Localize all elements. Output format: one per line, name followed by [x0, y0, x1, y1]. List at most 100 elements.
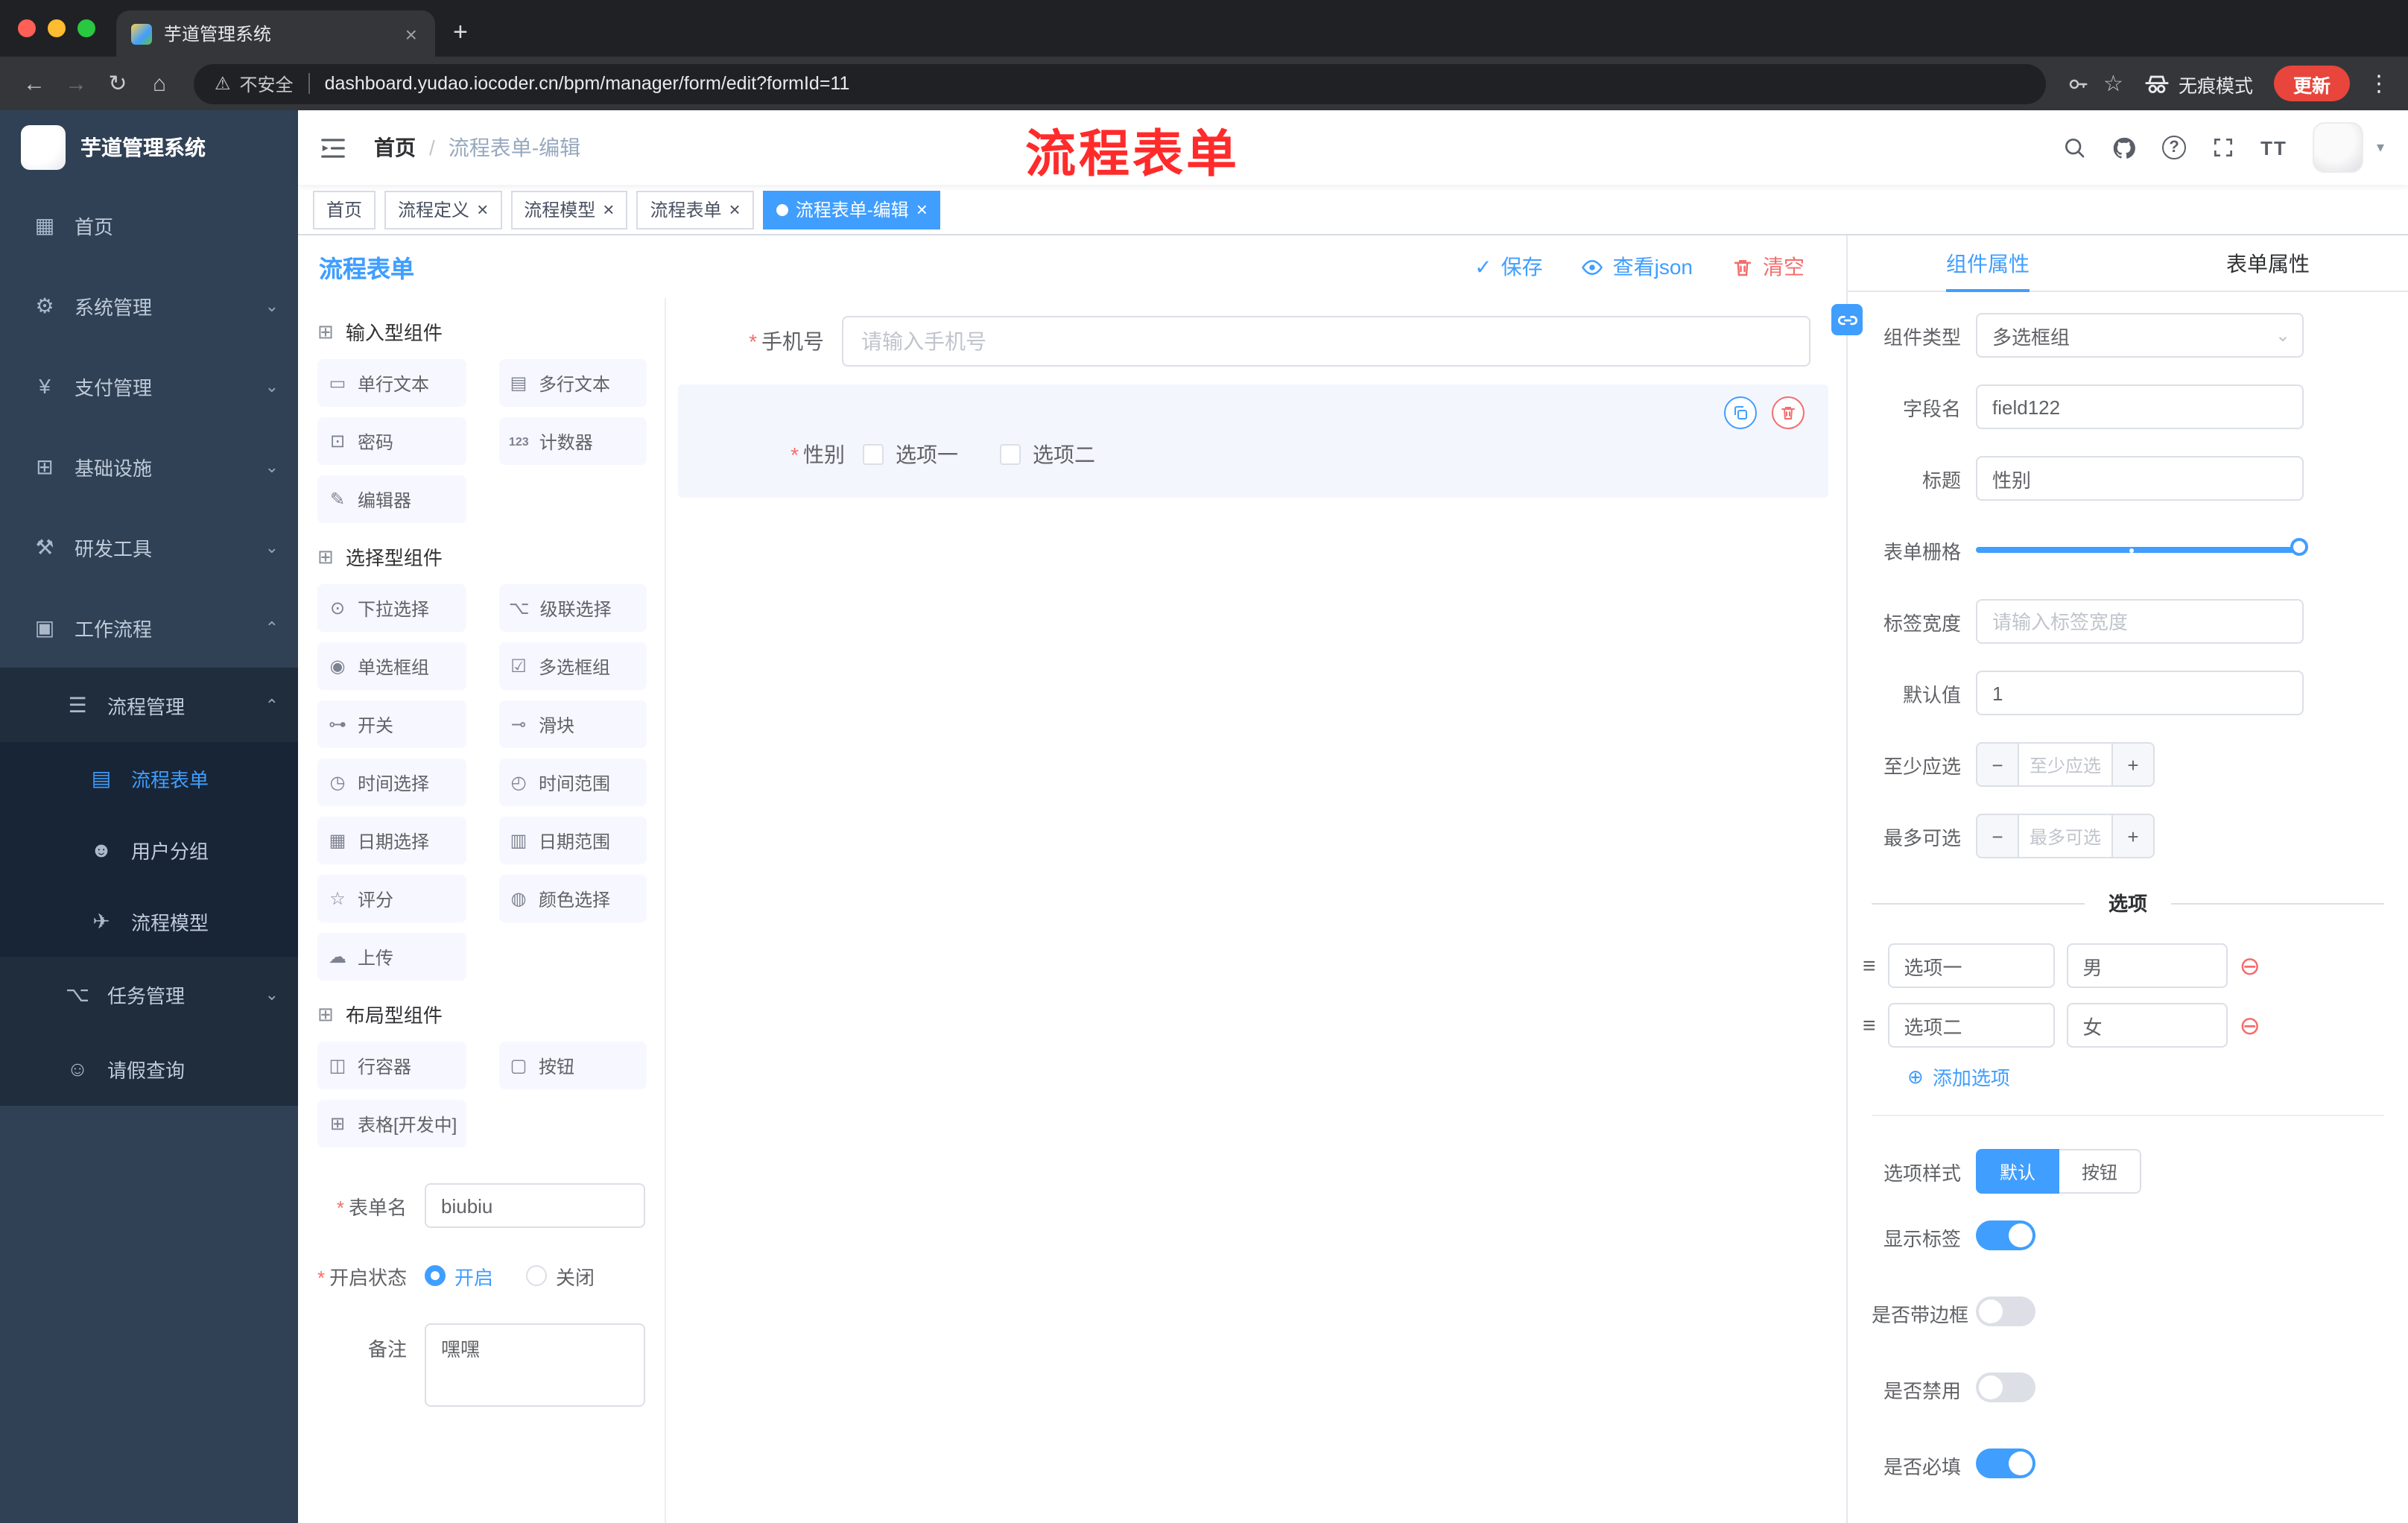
radio-status-on[interactable]: 开启 — [425, 1261, 493, 1290]
component-item-date[interactable]: ▦ 日期选择 — [317, 817, 466, 864]
update-button[interactable]: 更新 — [2273, 66, 2350, 101]
option-1-label-input[interactable] — [1887, 943, 2055, 988]
option-2-label-input[interactable] — [1887, 1003, 2055, 1048]
remark-textarea[interactable]: 嘿嘿 — [425, 1323, 645, 1407]
github-icon[interactable] — [2111, 135, 2137, 160]
form-name-input[interactable] — [425, 1183, 645, 1228]
radio-status-off[interactable]: 关闭 — [526, 1261, 595, 1290]
sidebar-item-process-model[interactable]: ✈ 流程模型 — [0, 885, 298, 957]
save-button[interactable]: ✓ 保存 — [1474, 252, 1542, 282]
sidebar-item-process-form[interactable]: ▤ 流程表单 — [0, 742, 298, 814]
sidebar-item-task-management[interactable]: ⌥ 任务管理 ⌄ — [0, 957, 298, 1031]
title-input[interactable] — [1976, 456, 2304, 501]
password-key-icon[interactable] — [2066, 72, 2088, 95]
component-item-checkbox-group[interactable]: ☑ 多选框组 — [498, 642, 647, 690]
minus-button[interactable]: − — [1977, 815, 2019, 857]
browser-home-icon[interactable]: ⌂ — [140, 64, 179, 103]
checkbox-option-1[interactable]: 选项一 — [863, 440, 958, 469]
required-switch[interactable] — [1976, 1448, 2035, 1478]
reload-icon[interactable]: ↻ — [98, 64, 137, 103]
font-size-icon[interactable]: TT — [2260, 136, 2287, 159]
component-item-counter[interactable]: 123 计数器 — [498, 417, 647, 465]
avatar[interactable] — [2312, 122, 2363, 173]
sidebar-item-user-group[interactable]: ☻ 用户分组 — [0, 814, 298, 885]
with-border-switch[interactable] — [1976, 1296, 2035, 1326]
fullscreen-icon[interactable] — [2211, 136, 2235, 159]
link-icon[interactable] — [1831, 304, 1863, 335]
sidebar-item-workflow[interactable]: ▣ 工作流程 ⌃ — [0, 587, 298, 668]
sidebar-item-system[interactable]: ⚙ 系统管理 ⌄ — [0, 265, 298, 346]
breadcrumb-home[interactable]: 首页 — [374, 133, 416, 162]
component-item-table[interactable]: ⊞ 表格[开发中] — [317, 1100, 466, 1147]
component-type-select[interactable]: ⌄ — [1976, 313, 2304, 358]
grid-slider[interactable] — [1976, 528, 2308, 572]
field-name-input[interactable] — [1976, 384, 2304, 429]
component-item-upload[interactable]: ☁ 上传 — [317, 933, 466, 981]
component-item-cascade[interactable]: ⌥ 级联选择 — [498, 584, 647, 632]
tab-form-properties[interactable]: 表单属性 — [2128, 235, 2408, 291]
docs-question-icon[interactable]: ? — [2162, 136, 2187, 159]
drag-handle-icon[interactable]: ≡ — [1863, 953, 1876, 978]
view-json-button[interactable]: 查看json — [1582, 252, 1693, 282]
phone-input[interactable] — [842, 316, 1810, 367]
component-item-button[interactable]: ▢ 按钮 — [498, 1042, 647, 1089]
checkbox-option-2[interactable]: 选项二 — [1000, 440, 1095, 469]
forward-icon[interactable]: → — [57, 64, 95, 103]
sidebar-item-payment[interactable]: ¥ 支付管理 ⌄ — [0, 346, 298, 426]
component-item-time-range[interactable]: ◴ 时间范围 — [498, 759, 647, 806]
remove-option-icon[interactable]: ⊖ — [2240, 953, 2261, 978]
component-item-password[interactable]: ⊡ 密码 — [317, 417, 466, 465]
tag-close-icon[interactable]: × — [603, 198, 614, 221]
minus-button[interactable]: − — [1977, 744, 2019, 785]
add-option-button[interactable]: ⊕ 添加选项 — [1907, 1063, 2408, 1091]
component-item-select[interactable]: ⊙ 下拉选择 — [317, 584, 466, 632]
drag-handle-icon[interactable]: ≡ — [1863, 1013, 1876, 1038]
tag-process-form[interactable]: 流程表单 × — [636, 190, 754, 229]
component-item-date-range[interactable]: ▥ 日期范围 — [498, 817, 647, 864]
component-item-switch[interactable]: ⊶ 开关 — [317, 700, 466, 748]
field-gender-selected[interactable]: * 性别 选项一 选项二 — [678, 384, 1828, 498]
option-1-value-input[interactable] — [2066, 943, 2228, 988]
window-zoom-button[interactable] — [77, 19, 95, 37]
sidebar-item-process-management[interactable]: ☰ 流程管理 ⌃ — [0, 668, 298, 742]
plus-button[interactable]: + — [2111, 815, 2153, 857]
sidebar-toggle-icon[interactable] — [319, 131, 352, 164]
plus-button[interactable]: + — [2111, 744, 2153, 785]
component-item-radio-group[interactable]: ◉ 单选框组 — [317, 642, 466, 690]
clear-button[interactable]: 清空 — [1731, 252, 1805, 282]
default-value-input[interactable] — [1976, 671, 2304, 715]
window-close-button[interactable] — [18, 19, 36, 37]
tag-close-icon[interactable]: × — [729, 198, 741, 221]
component-item-multi-text[interactable]: ▤ 多行文本 — [498, 359, 647, 407]
component-item-color[interactable]: ◍ 颜色选择 — [498, 875, 647, 922]
browser-menu-icon[interactable]: ⋮ — [2365, 70, 2393, 97]
label-width-input[interactable] — [1976, 599, 2304, 644]
component-type-value[interactable] — [1976, 313, 2304, 358]
sidebar-item-leave-query[interactable]: ☺ 请假查询 — [0, 1031, 298, 1106]
style-button-button[interactable]: 按钮 — [2059, 1149, 2142, 1194]
tag-home[interactable]: 首页 — [313, 190, 376, 229]
style-default-button[interactable]: 默认 — [1976, 1149, 2060, 1194]
tab-close-icon[interactable]: × — [402, 22, 420, 45]
disabled-switch[interactable] — [1976, 1372, 2035, 1402]
sidebar-item-home[interactable]: ▦ 首页 — [0, 185, 298, 265]
component-item-time[interactable]: ◷ 时间选择 — [317, 759, 466, 806]
sidebar-item-rd-tools[interactable]: ⚒ 研发工具 ⌄ — [0, 507, 298, 587]
bookmark-star-icon[interactable]: ☆ — [2103, 70, 2123, 97]
address-bar[interactable]: ⚠ 不安全 dashboard.yudao.iocoder.cn/bpm/man… — [194, 63, 2046, 104]
back-icon[interactable]: ← — [15, 64, 54, 103]
option-2-value-input[interactable] — [2066, 1003, 2228, 1048]
tag-process-definition[interactable]: 流程定义 × — [384, 190, 502, 229]
slider-handle[interactable] — [2290, 538, 2308, 556]
search-icon[interactable] — [2062, 136, 2086, 159]
tag-close-icon[interactable]: × — [916, 198, 928, 221]
window-minimize-button[interactable] — [48, 19, 66, 37]
copy-field-button[interactable] — [1724, 396, 1757, 429]
remove-option-icon[interactable]: ⊖ — [2240, 1013, 2261, 1038]
browser-tab[interactable]: 芋道管理系统 × — [116, 10, 435, 57]
component-item-rate[interactable]: ☆ 评分 — [317, 875, 466, 922]
field-phone[interactable]: * 手机号 — [678, 316, 1828, 367]
min-select-value[interactable]: 至少应选 — [2019, 744, 2111, 785]
component-item-row-container[interactable]: ◫ 行容器 — [317, 1042, 466, 1089]
max-select-value[interactable]: 最多可选 — [2019, 815, 2111, 857]
